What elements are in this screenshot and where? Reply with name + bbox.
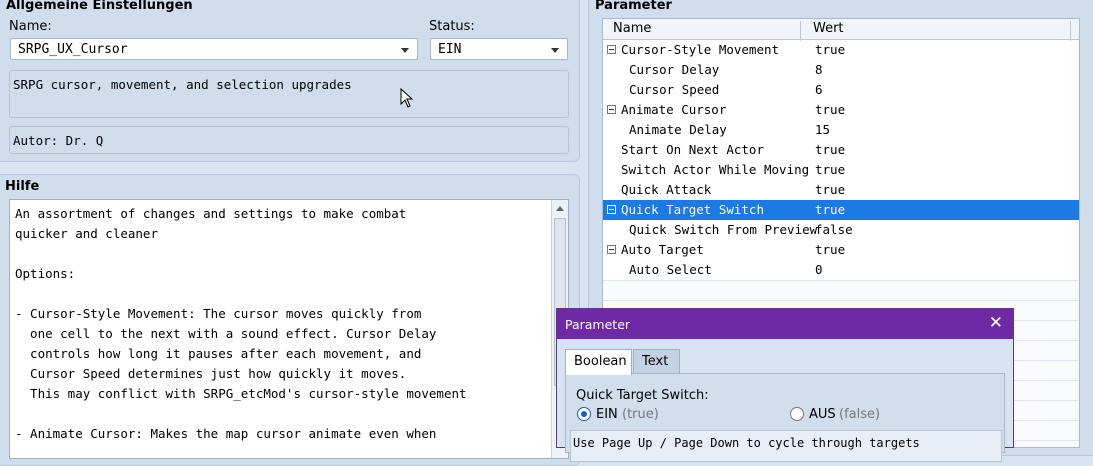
help-line: This may conflict with SRPG_etcMod's cur… <box>15 386 467 401</box>
parameter-title: Parameter <box>595 0 672 13</box>
close-icon[interactable]: ✕ <box>989 313 1003 333</box>
collapse-icon[interactable] <box>607 105 616 114</box>
help-text: An assortment of changes and settings to… <box>15 204 467 444</box>
general-settings-title: Allgemeine Einstellungen <box>6 0 193 13</box>
parameter-name: Start On Next Actor <box>621 142 764 157</box>
description-field[interactable]: SRPG cursor, movement, and selection upg… <box>9 70 569 118</box>
collapse-icon[interactable] <box>607 45 616 54</box>
parameter-row[interactable]: Switch Actor While Moving true <box>603 160 1079 180</box>
author-text: Autor: Dr. Q <box>13 133 104 148</box>
parameter-name: Auto Target <box>621 242 704 257</box>
radio-aus-hint: (false) <box>839 407 881 422</box>
parameter-name: Cursor Speed <box>629 82 720 97</box>
mouse-cursor-icon <box>400 88 414 108</box>
scroll-up-icon[interactable] <box>556 206 564 211</box>
status-dropdown-value: EIN <box>438 42 462 57</box>
parameter-name: Switch Actor While Moving <box>621 162 810 177</box>
help-line: controls how long it pauses after each m… <box>15 346 422 361</box>
parameter-value: 0 <box>815 262 823 277</box>
parameter-value: true <box>815 162 846 177</box>
tab-boolean-label: Boolean <box>574 354 627 369</box>
parameter-name: Auto Select <box>629 262 712 277</box>
help-line <box>15 404 467 424</box>
tab-text[interactable]: Text <box>633 349 680 373</box>
help-line <box>15 284 467 304</box>
parameter-name: Cursor-Style Movement <box>621 42 780 57</box>
radio-aus[interactable] <box>790 407 804 421</box>
radio-ein-label[interactable]: EIN <box>596 407 618 422</box>
parameter-row[interactable]: Animate Delay 15 <box>603 120 1079 140</box>
name-dropdown-value: SRPG_UX_Cursor <box>18 42 128 57</box>
parameter-row[interactable]: Cursor Speed 6 <box>603 80 1079 100</box>
chevron-down-icon <box>401 48 409 53</box>
help-line: Options: <box>15 266 76 281</box>
help-textbox[interactable]: An assortment of changes and settings to… <box>9 199 569 459</box>
collapse-icon[interactable] <box>607 245 616 254</box>
parameter-name: Quick Attack <box>621 182 712 197</box>
grid-header: Name Wert <box>603 19 1079 41</box>
description-text: SRPG cursor, movement, and selection upg… <box>13 77 352 92</box>
column-header-name[interactable]: Name <box>613 21 651 36</box>
radio-aus-label[interactable]: AUS <box>809 407 836 422</box>
parameter-row[interactable]: Animate Cursor true <box>603 100 1079 120</box>
parameter-row[interactable]: Quick Target Switch true <box>603 200 1079 220</box>
parameter-name: Animate Cursor <box>621 102 727 117</box>
parameter-name: Animate Delay <box>629 122 727 137</box>
parameter-name: Quick Switch From Preview <box>629 222 818 237</box>
parameter-name: Cursor Delay <box>629 62 720 77</box>
help-line: one cell to the next with a sound effect… <box>15 326 437 341</box>
column-divider[interactable] <box>800 21 801 41</box>
help-line: - Cursor-Style Movement: The cursor move… <box>15 306 422 321</box>
collapse-icon[interactable] <box>607 205 616 214</box>
author-field: Autor: Dr. Q <box>9 126 569 154</box>
column-header-value[interactable]: Wert <box>813 21 844 36</box>
empty-row <box>603 280 1079 301</box>
parameter-row[interactable]: Auto Target true <box>603 240 1079 260</box>
parameter-row[interactable]: Quick Attack true <box>603 180 1079 200</box>
parameter-row[interactable]: Quick Switch From Preview false <box>603 220 1079 240</box>
parameter-row[interactable]: Cursor Delay 8 <box>603 60 1079 80</box>
tab-text-label: Text <box>642 354 669 369</box>
parameter-value: true <box>815 182 846 197</box>
parameter-row[interactable]: Start On Next Actor true <box>603 140 1079 160</box>
parameter-value: 8 <box>815 62 823 77</box>
parameter-row[interactable]: Auto Select 0 <box>603 260 1079 280</box>
hint-box: Use Page Up / Page Down to cycle through… <box>570 430 1002 462</box>
dialog-tab-content: Quick Target Switch: EIN (true) AUS (fal… <box>565 373 1005 462</box>
parameter-name: Quick Target Switch <box>621 202 764 217</box>
parameter-value: true <box>815 242 846 257</box>
parameter-value: 15 <box>815 122 831 137</box>
dialog-title: Parameter <box>565 317 631 332</box>
parameter-value: true <box>815 42 846 57</box>
help-line: - Animate Cursor: Makes the map cursor a… <box>15 426 437 441</box>
help-line: quicker and cleaner <box>15 226 158 241</box>
help-title: Hilfe <box>5 179 40 194</box>
parameter-row[interactable]: Cursor-Style Movement true <box>603 40 1079 60</box>
name-label: Name: <box>9 19 52 34</box>
status-label: Status: <box>429 19 475 34</box>
column-divider[interactable] <box>1070 21 1071 41</box>
parameter-dialog: Parameter ✕ Boolean Text Quick Target Sw… <box>556 308 1014 462</box>
parameter-value: true <box>815 142 846 157</box>
status-dropdown[interactable]: EIN <box>430 38 568 60</box>
chevron-down-icon <box>551 48 559 53</box>
parameter-value: true <box>815 202 846 217</box>
field-label: Quick Target Switch: <box>576 388 709 403</box>
parameter-value: false <box>815 222 853 237</box>
radio-ein-hint: (true) <box>622 407 659 422</box>
dialog-titlebar[interactable]: Parameter ✕ <box>557 309 1013 339</box>
tab-boolean[interactable]: Boolean <box>565 349 632 375</box>
hint-text: Use Page Up / Page Down to cycle through… <box>573 436 920 450</box>
parameter-value: 6 <box>815 82 823 97</box>
name-dropdown[interactable]: SRPG_UX_Cursor <box>10 38 418 60</box>
help-line <box>15 244 467 264</box>
radio-ein[interactable] <box>577 407 591 421</box>
parameter-value: true <box>815 102 846 117</box>
help-line: An assortment of changes and settings to… <box>15 206 407 221</box>
help-line: Cursor Speed determines just how quickly… <box>15 366 407 381</box>
